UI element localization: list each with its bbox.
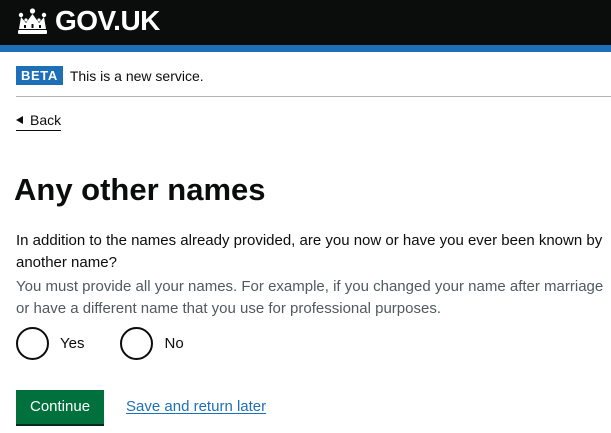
- save-and-return-later-link[interactable]: Save and return later: [126, 397, 266, 417]
- back-link-label: Back: [30, 112, 62, 128]
- phase-banner-text: This is a new service.: [69, 68, 204, 84]
- radio-option-no[interactable]: No: [120, 327, 184, 360]
- page-title: Any other names: [14, 172, 266, 207]
- radio-group: Yes No: [16, 327, 184, 360]
- crown-icon: [18, 8, 47, 34]
- radio-button-no[interactable]: [120, 327, 154, 360]
- radio-button-yes[interactable]: [16, 327, 49, 360]
- header-blue-rule: [0, 45, 611, 52]
- radio-option-yes[interactable]: Yes: [16, 327, 84, 360]
- hint-text: You must provide all your names. For exa…: [16, 278, 604, 317]
- govuk-logo-link[interactable]: GOV.UK: [16, 3, 160, 39]
- question-text: In addition to the names already provide…: [16, 232, 603, 271]
- radio-label-no: No: [164, 334, 184, 352]
- continue-button[interactable]: Continue: [16, 390, 105, 424]
- radio-label-yes: Yes: [60, 334, 85, 352]
- phase-tag: BETA: [16, 66, 63, 85]
- back-link[interactable]: Back: [16, 110, 62, 131]
- site-header: GOV.UK: [0, 0, 611, 52]
- form-actions: Continue Save and return later: [16, 390, 266, 424]
- phase-banner: BETA This is a new service.: [16, 62, 611, 97]
- logo-text: GOV.UK: [55, 5, 160, 36]
